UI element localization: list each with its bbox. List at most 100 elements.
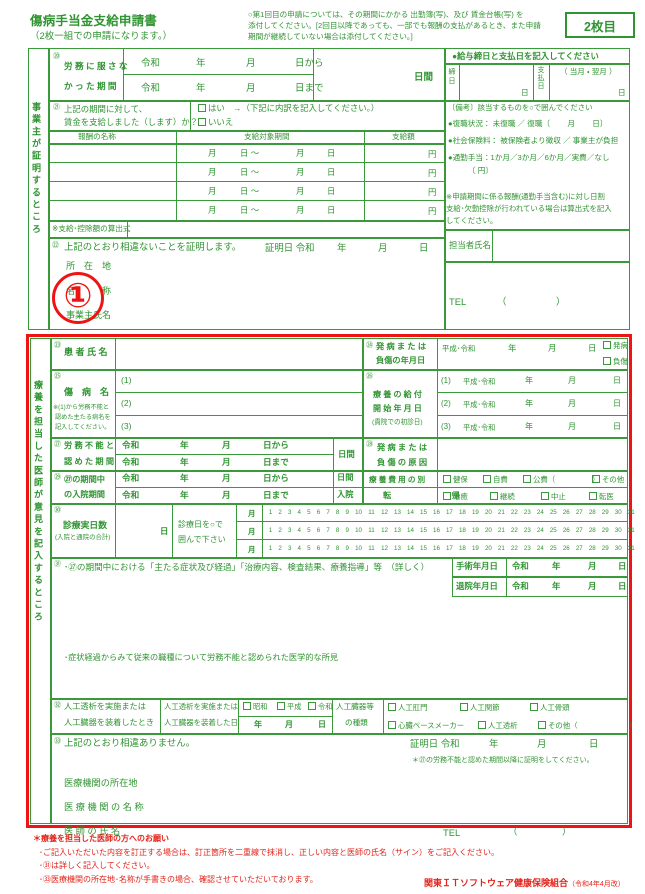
calendar-day[interactable]: 21 xyxy=(495,545,507,552)
calendar-day[interactable]: 5 xyxy=(304,509,313,516)
calendar-day[interactable]: 13 xyxy=(391,527,403,534)
calendar-day[interactable]: 7 xyxy=(324,527,333,534)
calendar-day[interactable]: 22 xyxy=(508,545,520,552)
calendar-day[interactable]: 8 xyxy=(333,509,342,516)
calendar-day[interactable]: 24 xyxy=(534,527,546,534)
checkbox-jihi[interactable] xyxy=(483,475,491,483)
calendar-day[interactable]: 27 xyxy=(573,509,585,516)
checkbox-chiyu[interactable] xyxy=(443,492,451,500)
row32-kind-3[interactable]: 心臓ペースメーカー xyxy=(388,721,464,729)
calendar-day[interactable]: 26 xyxy=(560,545,572,552)
row29-outcome-opt-0[interactable]: 治癒 xyxy=(443,492,468,500)
checkbox-keizoku[interactable] xyxy=(490,492,498,500)
calendar-day[interactable]: 6 xyxy=(314,527,323,534)
calendar-day[interactable]: 14 xyxy=(404,527,416,534)
row24-option-onset[interactable]: 発病 xyxy=(603,341,628,349)
row24-option-injury[interactable]: 負傷 xyxy=(603,357,628,365)
calendar-day[interactable]: 9 xyxy=(343,545,352,552)
calendar-day[interactable]: 12 xyxy=(378,545,390,552)
calendar-day[interactable]: 22 xyxy=(508,527,520,534)
checkbox-no[interactable] xyxy=(198,118,206,126)
calendar-day[interactable]: 31 xyxy=(625,509,637,516)
row32-kind-1[interactable]: 人工関節 xyxy=(460,703,500,711)
calendar-day[interactable]: 16 xyxy=(430,527,442,534)
row21-option-no[interactable]: いいえ xyxy=(198,118,233,126)
calendar-day[interactable]: 13 xyxy=(391,509,403,516)
calendar-day[interactable]: 4 xyxy=(295,545,304,552)
calendar-day[interactable]: 15 xyxy=(417,509,429,516)
calendar-day[interactable]: 4 xyxy=(295,527,304,534)
calendar-day[interactable]: 30 xyxy=(612,527,624,534)
calendar-day[interactable]: 25 xyxy=(547,509,559,516)
checkbox-kind-other[interactable] xyxy=(538,721,546,729)
calendar-day[interactable]: 2 xyxy=(276,527,285,534)
calendar-day[interactable]: 28 xyxy=(586,545,598,552)
calendar-day[interactable]: 5 xyxy=(304,545,313,552)
calendar-day[interactable]: 3 xyxy=(285,545,294,552)
calendar-day[interactable]: 24 xyxy=(534,545,546,552)
calendar-day[interactable]: 27 xyxy=(573,527,585,534)
calendar-day[interactable]: 18 xyxy=(456,527,468,534)
checkbox-kenpo[interactable] xyxy=(443,475,451,483)
checkbox-toni[interactable] xyxy=(589,492,597,500)
row32-kind-0[interactable]: 人工肛門 xyxy=(388,703,428,711)
calendar-day[interactable]: 12 xyxy=(378,527,390,534)
row29-outcome-opt-3[interactable]: 転医 xyxy=(589,492,614,500)
row29-cost-opt-1[interactable]: 自費 xyxy=(483,475,508,483)
calendar-day[interactable]: 26 xyxy=(560,509,572,516)
calendar-day[interactable]: 4 xyxy=(295,509,304,516)
calendar-day[interactable]: 20 xyxy=(482,527,494,534)
calendar-day[interactable]: 12 xyxy=(378,509,390,516)
calendar-row[interactable]: 1 2 3 4 5 6 7 8 9 10 11 12 13 14 15 16 17 18 19 20 21 22 23 24 2… xyxy=(266,509,635,516)
row21-option-yes[interactable]: はい →（下記に内訳を記入してください。） xyxy=(198,104,379,112)
calendar-day[interactable]: 1 xyxy=(266,509,275,516)
checkbox-kansetsu[interactable] xyxy=(460,703,468,711)
calendar-day[interactable]: 20 xyxy=(482,509,494,516)
calendar-day[interactable]: 10 xyxy=(352,527,364,534)
calendar-day[interactable]: 19 xyxy=(469,527,481,534)
checkbox-injury[interactable] xyxy=(603,357,611,365)
calendar-day[interactable]: 13 xyxy=(391,545,403,552)
row32-era-2[interactable]: 令和 xyxy=(308,702,332,710)
calendar-day[interactable]: 18 xyxy=(456,545,468,552)
calendar-day[interactable]: 11 xyxy=(365,527,377,534)
calendar-day[interactable]: 3 xyxy=(285,509,294,516)
calendar-day[interactable]: 15 xyxy=(417,545,429,552)
calendar-day[interactable]: 30 xyxy=(612,509,624,516)
calendar-day[interactable]: 8 xyxy=(333,545,342,552)
calendar-day[interactable]: 7 xyxy=(324,545,333,552)
calendar-day[interactable]: 6 xyxy=(314,509,323,516)
calendar-day[interactable]: 26 xyxy=(560,527,572,534)
checkbox-reiwa[interactable] xyxy=(308,702,316,710)
row29-cost-opt-3[interactable]: その他 xyxy=(592,475,624,483)
calendar-day[interactable]: 30 xyxy=(612,545,624,552)
calendar-day[interactable]: 29 xyxy=(599,527,611,534)
calendar-day[interactable]: 6 xyxy=(314,545,323,552)
calendar-day[interactable]: 27 xyxy=(573,545,585,552)
calendar-day[interactable]: 28 xyxy=(586,527,598,534)
row32-era-0[interactable]: 昭和 xyxy=(243,702,267,710)
row32-kind-5[interactable]: その他（ ） xyxy=(538,721,637,729)
calendar-day[interactable]: 10 xyxy=(352,509,364,516)
calendar-day[interactable]: 16 xyxy=(430,545,442,552)
calendar-day[interactable]: 21 xyxy=(495,509,507,516)
calendar-day[interactable]: 17 xyxy=(443,509,455,516)
calendar-day[interactable]: 2 xyxy=(276,545,285,552)
calendar-day[interactable]: 1 xyxy=(266,545,275,552)
calendar-day[interactable]: 19 xyxy=(469,509,481,516)
calendar-day[interactable]: 5 xyxy=(304,527,313,534)
calendar-day[interactable]: 20 xyxy=(482,545,494,552)
calendar-day[interactable]: 11 xyxy=(365,545,377,552)
calendar-day[interactable]: 10 xyxy=(352,545,364,552)
checkbox-kottou[interactable] xyxy=(530,703,538,711)
calendar-day[interactable]: 8 xyxy=(333,527,342,534)
checkbox-touseki[interactable] xyxy=(478,721,486,729)
calendar-day[interactable]: 11 xyxy=(365,509,377,516)
row32-kind-4[interactable]: 人工透析 xyxy=(478,721,518,729)
row29-outcome-opt-2[interactable]: 中止 xyxy=(541,492,566,500)
row32-era-1[interactable]: 平成 xyxy=(277,702,301,710)
calendar-day[interactable]: 29 xyxy=(599,509,611,516)
calendar-day[interactable]: 29 xyxy=(599,545,611,552)
calendar-day[interactable]: 25 xyxy=(547,527,559,534)
calendar-row[interactable]: 1 2 3 4 5 6 7 8 9 10 11 12 13 14 15 16 17 18 19 20 21 22 23 24 2… xyxy=(266,545,635,552)
